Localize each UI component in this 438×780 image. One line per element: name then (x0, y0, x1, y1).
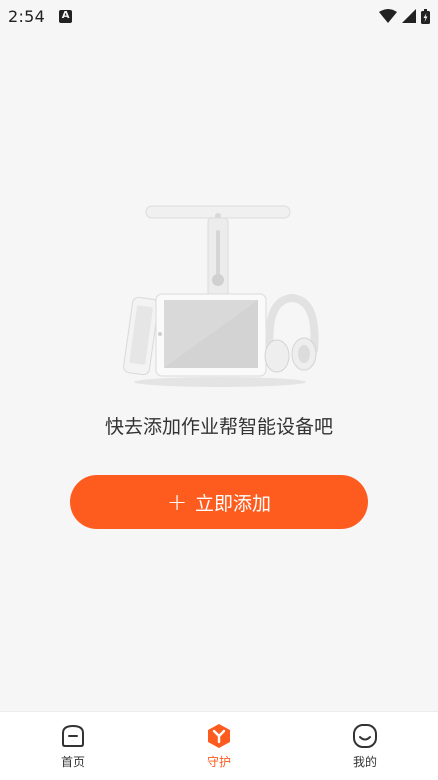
tab-home[interactable]: 首页 (23, 723, 123, 770)
wifi-icon (379, 9, 397, 23)
tab-guard-label: 守护 (206, 754, 231, 769)
status-bar: 2:54 A (0, 0, 438, 32)
notification-a-icon: A (59, 9, 73, 23)
guard-icon (208, 723, 230, 748)
add-device-button-label: 立即添加 (195, 492, 272, 515)
bottom-tab-bar: 首页 守护 我的 (0, 712, 438, 780)
status-time: 2:54 (8, 6, 46, 26)
plus-icon: + (166, 488, 188, 516)
add-device-button[interactable]: + 立即添加 (70, 475, 368, 529)
home-icon (62, 724, 84, 747)
status-left: 2:54 A (8, 6, 73, 26)
empty-state-message: 快去添加作业帮智能设备吧 (104, 416, 333, 438)
tab-guard[interactable]: 守护 (169, 723, 269, 770)
tab-profile-label: 我的 (352, 754, 377, 769)
battery-icon (421, 8, 430, 24)
cellular-signal-icon (402, 9, 416, 23)
tab-home-label: 首页 (60, 754, 85, 769)
tab-profile[interactable]: 我的 (315, 723, 415, 770)
status-icons (379, 8, 430, 24)
smart-devices-illustration (120, 200, 320, 390)
profile-icon (353, 723, 377, 748)
